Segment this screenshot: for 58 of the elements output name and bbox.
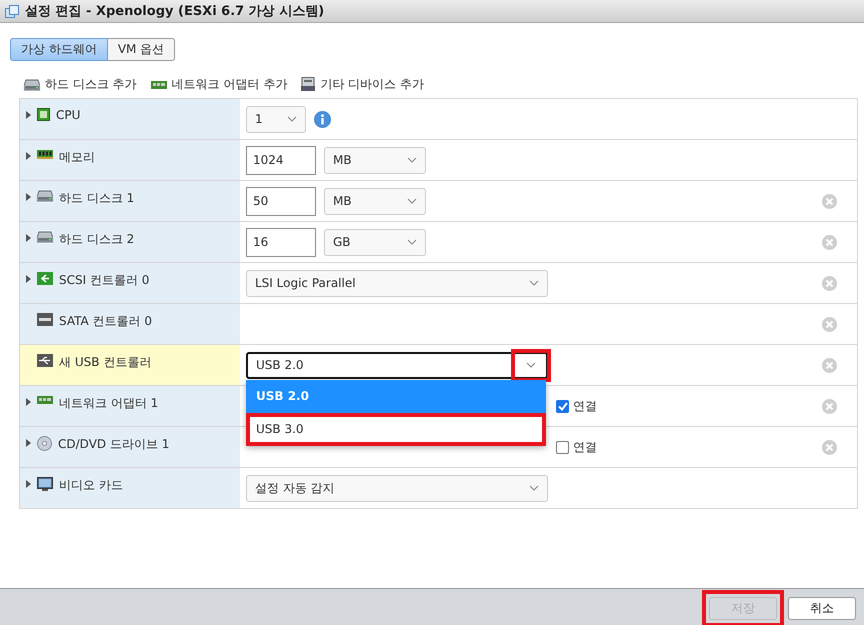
info-icon[interactable] xyxy=(314,110,331,128)
caret-icon xyxy=(407,157,417,163)
count-select[interactable]: 1 xyxy=(246,106,306,132)
unit-select[interactable]: GB xyxy=(324,228,426,256)
dropdown-option[interactable]: USB 3.0 xyxy=(246,412,546,446)
caret-icon xyxy=(529,280,539,286)
add-device-button[interactable]: 기타 디바이스 추가 xyxy=(301,76,424,93)
device-name: SCSI 컨트롤러 0 xyxy=(59,272,150,289)
device-name: 하드 디스크 1 xyxy=(59,190,134,207)
add-device-button[interactable]: 하드 디스크 추가 xyxy=(24,76,137,93)
expand-arrow-icon[interactable] xyxy=(26,152,31,160)
chip-icon xyxy=(37,108,50,121)
sata-icon xyxy=(37,313,53,326)
expand-arrow-icon[interactable] xyxy=(26,193,31,201)
type-select[interactable]: LSI Logic Parallel xyxy=(246,270,548,296)
usb-icon xyxy=(37,354,53,367)
caret-icon xyxy=(529,485,539,491)
caret-icon xyxy=(407,198,417,204)
expand-arrow-icon[interactable] xyxy=(26,234,31,242)
disc-icon xyxy=(37,436,52,451)
network-card-icon xyxy=(37,395,53,405)
checkbox-label: 연결 xyxy=(573,438,597,456)
tab[interactable]: 가상 하드웨어 xyxy=(10,38,108,61)
device-name: 메모리 xyxy=(59,149,95,166)
device-name: 하드 디스크 2 xyxy=(59,231,134,248)
expand-arrow-icon[interactable] xyxy=(26,480,31,488)
device-icon xyxy=(301,77,316,92)
device-name: SATA 컨트롤러 0 xyxy=(59,313,152,330)
expand-arrow-icon[interactable] xyxy=(26,111,31,119)
size-field[interactable]: 50 xyxy=(246,186,316,216)
controller-icon xyxy=(37,272,53,285)
device-name: 네트워크 어댑터 1 xyxy=(59,395,158,412)
caret-icon xyxy=(526,362,536,368)
unit-select[interactable]: MB xyxy=(324,188,426,214)
window-title: 설정 편집 - Xpenology (ESXi 6.7 가상 시스템) xyxy=(25,3,324,20)
checkbox[interactable] xyxy=(556,440,569,454)
memory-module-icon xyxy=(37,149,53,159)
device-name: CD/DVD 드라이브 1 xyxy=(58,436,170,453)
unit-select[interactable]: MB xyxy=(324,146,426,174)
add-device-button[interactable]: 네트워크 어댑터 추가 xyxy=(150,76,288,93)
type-select[interactable]: 설정 자동 감지 xyxy=(246,474,548,502)
network-card-icon xyxy=(150,80,167,90)
checkbox-label: 연결 xyxy=(573,398,597,414)
caret-icon xyxy=(287,116,297,122)
size-field[interactable]: 16 xyxy=(246,228,316,256)
size-field[interactable]: 1024 xyxy=(246,146,316,174)
checkbox[interactable] xyxy=(556,400,569,412)
monitor-icon xyxy=(37,477,53,492)
expand-arrow-icon[interactable] xyxy=(26,439,31,447)
expand-arrow-icon[interactable] xyxy=(26,275,31,283)
window-icon xyxy=(5,4,19,18)
device-name: 새 USB 컨트롤러 xyxy=(59,354,152,371)
expand-arrow-icon[interactable] xyxy=(26,398,31,406)
footer-button[interactable]: 취소 xyxy=(788,596,856,620)
device-name: 비디오 카드 xyxy=(59,477,123,494)
tab[interactable]: VM 옵션 xyxy=(108,38,176,61)
caret-icon xyxy=(407,239,417,245)
device-name: CPU xyxy=(56,108,80,122)
